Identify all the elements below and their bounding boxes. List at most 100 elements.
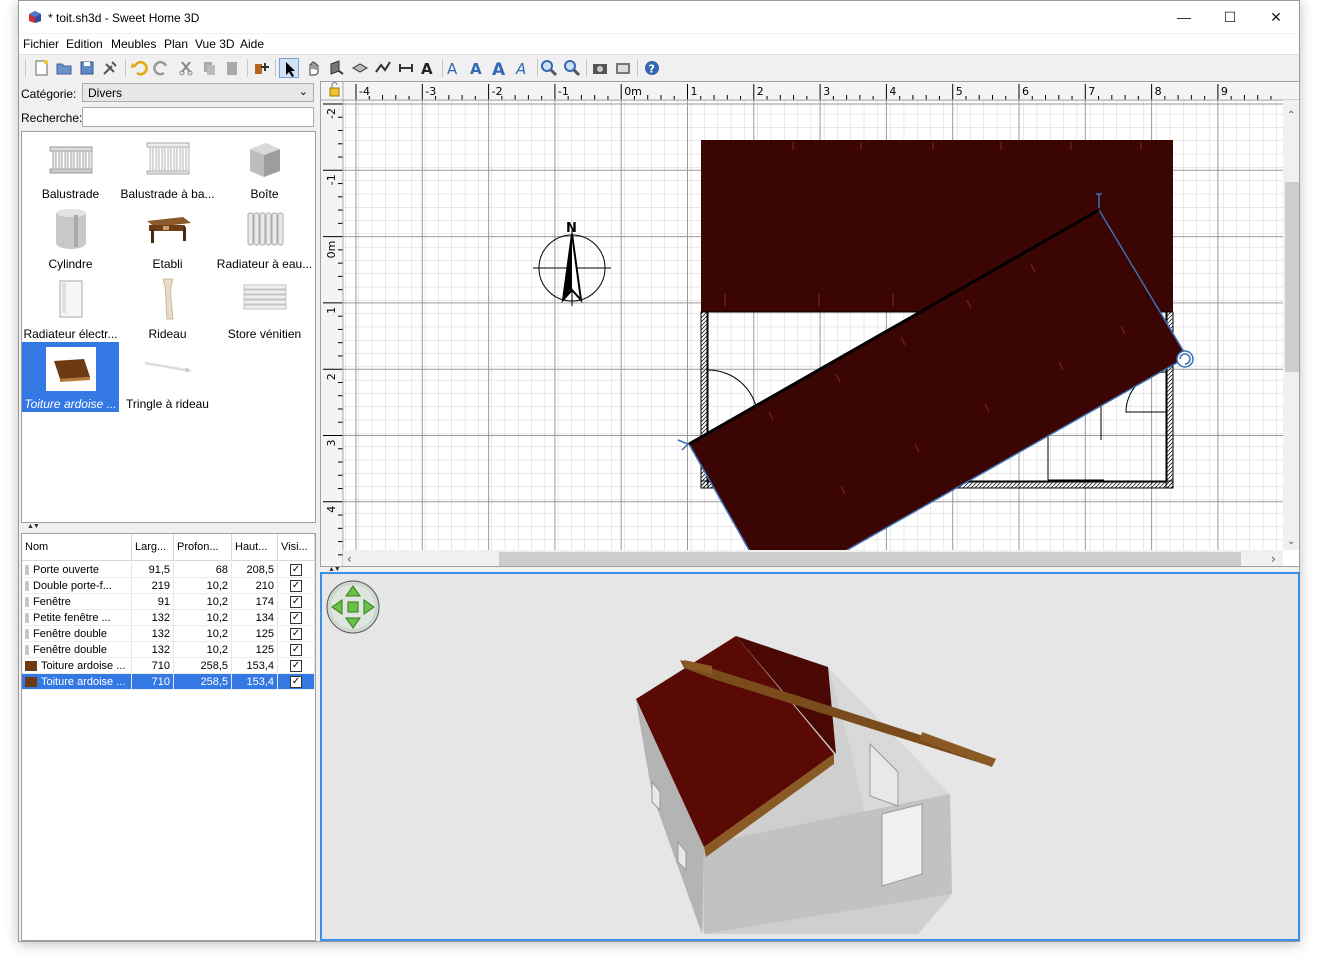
search-input[interactable]	[82, 107, 314, 127]
table-row[interactable]: Double porte-f... 219 10,2 210 ✓	[22, 578, 315, 594]
scroll-right-icon[interactable]: ›	[1271, 552, 1276, 566]
visible-checkbox[interactable]: ✓	[290, 676, 302, 688]
category-label: Catégorie:	[21, 87, 77, 101]
chevron-down-icon: ⌄	[298, 86, 308, 98]
column-header-width[interactable]: Larg...	[132, 534, 174, 561]
3d-canvas[interactable]	[322, 574, 1298, 939]
select-icon[interactable]	[279, 58, 299, 78]
column-header-depth[interactable]: Profon...	[174, 534, 232, 561]
catalog-item-boite[interactable]: Boîte	[216, 132, 313, 202]
catalog-item-label: Toiture ardoise ...	[24, 397, 117, 411]
table-row[interactable]: Fenêtre double 132 10,2 125 ✓	[22, 626, 315, 642]
cell-text: 125	[255, 628, 274, 640]
table-row[interactable]: Toiture ardoise ... 710 258,5 153,4 ✓	[22, 674, 315, 690]
copy-icon[interactable]	[199, 58, 219, 78]
menu-vue-3d[interactable]: Vue 3D	[195, 37, 235, 51]
table-cell-height: 125	[232, 626, 278, 642]
cell-text: Porte ouverte	[33, 564, 100, 576]
horizontal-scrollbar-thumb[interactable]	[499, 552, 1241, 566]
catalog-item-radiateur-a-eau[interactable]: Radiateur à eau...	[216, 202, 313, 272]
text-style-icon[interactable]: A	[445, 58, 465, 78]
category-select[interactable]: Divers ⌄	[82, 83, 314, 102]
create-walls-icon[interactable]	[327, 58, 347, 78]
text-italic-icon[interactable]: A	[514, 58, 534, 78]
menu-plan[interactable]: Plan	[164, 37, 188, 51]
catalog-item-label: Store vénitien	[227, 327, 302, 341]
visible-checkbox[interactable]: ✓	[290, 596, 302, 608]
vertical-scrollbar-thumb[interactable]	[1285, 182, 1299, 372]
split-pane-arrows-icon[interactable]: ▲▼	[27, 523, 40, 530]
save-icon[interactable]	[77, 58, 97, 78]
table-cell-visible: ✓	[278, 626, 315, 642]
box-icon	[250, 143, 280, 177]
cell-text: 132	[151, 644, 170, 656]
table-row[interactable]: Petite fenêtre ... 132 10,2 134 ✓	[22, 610, 315, 626]
visible-checkbox[interactable]: ✓	[290, 612, 302, 624]
catalog-item-cylindre[interactable]: Cylindre	[22, 202, 119, 272]
visible-checkbox[interactable]: ✓	[290, 644, 302, 656]
text-bold-icon[interactable]: A	[468, 58, 488, 78]
svg-text:A: A	[515, 60, 526, 78]
catalog-item-tringle-a-rideau[interactable]: Tringle à rideau	[119, 342, 216, 412]
minimize-button[interactable]: —	[1161, 1, 1207, 33]
zoom-in-icon[interactable]	[539, 58, 559, 78]
column-header-height[interactable]: Haut...	[232, 534, 278, 561]
3d-view[interactable]	[320, 572, 1300, 941]
visible-checkbox[interactable]: ✓	[290, 564, 302, 576]
open-icon[interactable]	[54, 58, 74, 78]
video-icon[interactable]	[613, 58, 633, 78]
preferences-icon[interactable]	[100, 58, 120, 78]
cut-icon[interactable]	[176, 58, 196, 78]
new-icon[interactable]	[31, 58, 51, 78]
scroll-left-icon[interactable]: ‹	[347, 552, 352, 566]
catalog-item-radiateur-electrique[interactable]: Radiateur électr...	[22, 272, 119, 342]
catalog-item-balustrade-a-balustres[interactable]: Balustrade à ba...	[119, 132, 216, 202]
plan-view[interactable]: N -4 -3 -2 -1 0m 1 2 3 4 5 6 7 8 9 -2 -1 0m 1 2 3 4 ⌃ ⌄ ‹	[320, 81, 1300, 567]
visible-checkbox[interactable]: ✓	[290, 660, 302, 672]
close-button[interactable]: ✕	[1253, 1, 1299, 33]
table-cell-name: Petite fenêtre ...	[22, 610, 132, 626]
scroll-up-icon[interactable]: ⌃	[1287, 110, 1295, 121]
cell-text: Toiture ardoise ...	[41, 660, 126, 672]
visible-checkbox[interactable]: ✓	[290, 628, 302, 640]
create-rooms-icon[interactable]	[350, 58, 370, 78]
table-row[interactable]: Porte ouverte 91,5 68 208,5 ✓	[22, 562, 315, 578]
create-labels-icon[interactable]: A	[419, 58, 439, 78]
menu-fichier[interactable]: Fichier	[23, 37, 59, 51]
create-dimensions-icon[interactable]	[396, 58, 416, 78]
menu-meubles[interactable]: Meubles	[111, 37, 156, 51]
plan-canvas[interactable]: N -4 -3 -2 -1 0m 1 2 3 4 5 6 7 8 9 -2 -1 0m 1 2 3 4 ⌃ ⌄ ‹	[321, 82, 1300, 567]
catalog-item-store-venitien[interactable]: Store vénitien	[216, 272, 313, 342]
catalog-item-rideau[interactable]: Rideau	[119, 272, 216, 342]
scroll-down-icon[interactable]: ⌄	[1287, 536, 1295, 547]
help-icon[interactable]: ?	[642, 58, 662, 78]
catalog-item-etabli[interactable]: Etabli	[119, 202, 216, 272]
table-row[interactable]: Fenêtre 91 10,2 174 ✓	[22, 594, 315, 610]
opening-icon	[25, 629, 29, 640]
catalog-item-toiture-ardoise[interactable]: Toiture ardoise ...	[22, 342, 119, 412]
add-furniture-icon[interactable]	[251, 58, 271, 78]
create-polylines-icon[interactable]	[373, 58, 393, 78]
paste-icon[interactable]	[222, 58, 242, 78]
menu-aide[interactable]: Aide	[240, 37, 264, 51]
visible-checkbox[interactable]: ✓	[290, 580, 302, 592]
photo-icon[interactable]	[590, 58, 610, 78]
maximize-button[interactable]: ☐	[1207, 1, 1253, 33]
text-bigger-icon[interactable]: A	[491, 58, 511, 80]
table-cell-visible: ✓	[278, 610, 315, 626]
curtain-icon	[162, 278, 174, 320]
menu-edition[interactable]: Edition	[66, 37, 103, 51]
table-row[interactable]: Toiture ardoise ... 710 258,5 153,4 ✓	[22, 658, 315, 674]
ruler-x-label: 3	[823, 85, 830, 98]
column-header-visible[interactable]: Visi...	[278, 534, 315, 561]
catalog-item-balustrade[interactable]: Balustrade	[22, 132, 119, 202]
rotation-indicator-icon[interactable]	[1176, 350, 1194, 368]
pan-icon[interactable]	[303, 58, 323, 78]
column-header-name[interactable]: Nom	[22, 534, 132, 561]
undo-icon[interactable]	[129, 58, 149, 78]
redo-icon[interactable]	[152, 58, 172, 78]
navigation-arrows-icon[interactable]	[326, 580, 380, 634]
table-cell-width: 132	[132, 626, 174, 642]
zoom-out-icon[interactable]	[562, 58, 582, 78]
table-row[interactable]: Fenêtre double 132 10,2 125 ✓	[22, 642, 315, 658]
